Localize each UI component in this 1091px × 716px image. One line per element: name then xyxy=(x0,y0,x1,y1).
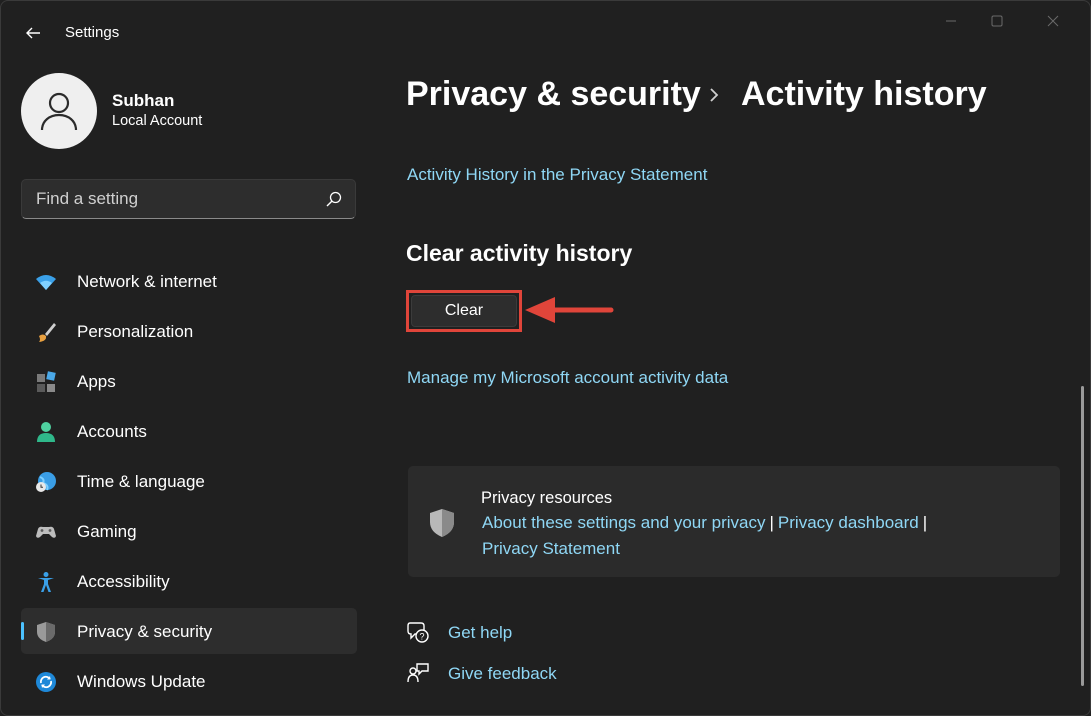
wifi-icon xyxy=(36,275,56,290)
user-name: Subhan xyxy=(112,91,175,110)
avatar[interactable] xyxy=(21,73,97,149)
sidebar-item-accessibility[interactable]: Accessibility xyxy=(21,558,357,604)
privacy-statement-link[interactable]: Activity History in the Privacy Statemen… xyxy=(407,165,707,185)
title-bar: Settings xyxy=(1,1,1090,63)
minimize-button[interactable] xyxy=(928,1,974,41)
apps-icon xyxy=(37,371,56,392)
person-icon xyxy=(37,422,55,442)
back-arrow-icon xyxy=(26,27,40,39)
user-account-type: Local Account xyxy=(112,113,203,129)
sidebar-item-windows-update[interactable]: Windows Update xyxy=(21,658,357,704)
paintbrush-icon xyxy=(39,323,56,342)
maximize-icon xyxy=(991,15,1003,27)
sidebar-item-privacy-security[interactable]: Privacy & security xyxy=(21,608,357,654)
gamepad-icon xyxy=(36,526,56,538)
sidebar-nav: Network & internet Personalization Apps xyxy=(21,258,357,708)
sidebar-item-apps[interactable]: Apps xyxy=(21,358,357,404)
clear-button[interactable]: Clear xyxy=(411,295,517,327)
breadcrumb-parent[interactable]: Privacy & security xyxy=(406,75,701,114)
red-arrow-icon xyxy=(525,297,614,323)
sidebar-item-label: Accessibility xyxy=(77,572,170,591)
search-input[interactable] xyxy=(22,180,312,218)
user-icon xyxy=(40,92,78,131)
privacy-resources-links: About these settings and your privacy | Pr… xyxy=(482,513,931,533)
privacy-resources-title: Privacy resources xyxy=(481,489,613,507)
app-title: Settings xyxy=(65,24,120,41)
page-title: Activity history xyxy=(741,75,987,113)
maximize-button[interactable] xyxy=(974,1,1020,41)
give-feedback-link[interactable]: Give feedback xyxy=(448,664,557,684)
sidebar-item-label: Time & language xyxy=(77,472,205,491)
link-separator: | xyxy=(769,513,774,532)
accessibility-icon xyxy=(38,572,54,592)
sidebar-item-label: Windows Update xyxy=(77,672,206,691)
minimize-icon xyxy=(946,20,956,22)
sidebar-item-time-language[interactable]: Time & language xyxy=(21,458,357,504)
scrollbar[interactable] xyxy=(1081,386,1084,686)
globe-clock-icon xyxy=(36,472,56,492)
sidebar-item-accounts[interactable]: Accounts xyxy=(21,408,357,454)
search-icon[interactable] xyxy=(325,190,343,208)
privacy-resources-links-2: Privacy Statement xyxy=(482,539,620,559)
help-icon: ? xyxy=(407,622,429,643)
close-button[interactable] xyxy=(1030,1,1076,41)
sidebar-item-label: Apps xyxy=(77,372,116,391)
chevron-right-icon xyxy=(710,88,719,102)
selection-indicator xyxy=(21,622,24,640)
get-help-link[interactable]: Get help xyxy=(448,623,512,643)
privacy-statement-resource-link[interactable]: Privacy Statement xyxy=(482,539,620,558)
search-box xyxy=(21,179,356,219)
shield-icon xyxy=(430,509,454,537)
sidebar-item-label: Privacy & security xyxy=(77,622,213,641)
settings-window: Settings Subhan Local Account Find a set… xyxy=(0,0,1091,716)
clear-activity-title: Clear activity history xyxy=(406,240,633,266)
sidebar-item-personalization[interactable]: Personalization xyxy=(21,308,357,354)
sidebar-item-label: Personalization xyxy=(77,322,194,341)
sidebar-item-label: Network & internet xyxy=(77,272,217,291)
shield-icon xyxy=(37,622,55,642)
feedback-icon xyxy=(407,663,429,683)
close-icon xyxy=(1047,15,1059,27)
about-settings-privacy-link[interactable]: About these settings and your privacy xyxy=(482,513,766,532)
sidebar-item-label: Gaming xyxy=(77,522,137,541)
sidebar-item-label: Accounts xyxy=(77,422,147,441)
update-icon xyxy=(36,672,56,692)
privacy-dashboard-link[interactable]: Privacy dashboard xyxy=(778,513,919,532)
privacy-resources-card: Privacy resources About these settings a… xyxy=(408,466,1060,577)
manage-account-activity-link[interactable]: Manage my Microsoft account activity dat… xyxy=(407,368,728,388)
link-separator: | xyxy=(922,513,928,532)
back-button[interactable] xyxy=(19,19,47,47)
sidebar-item-gaming[interactable]: Gaming xyxy=(21,508,357,554)
sidebar-item-network[interactable]: Network & internet xyxy=(21,258,357,304)
svg-text:?: ? xyxy=(419,632,424,642)
